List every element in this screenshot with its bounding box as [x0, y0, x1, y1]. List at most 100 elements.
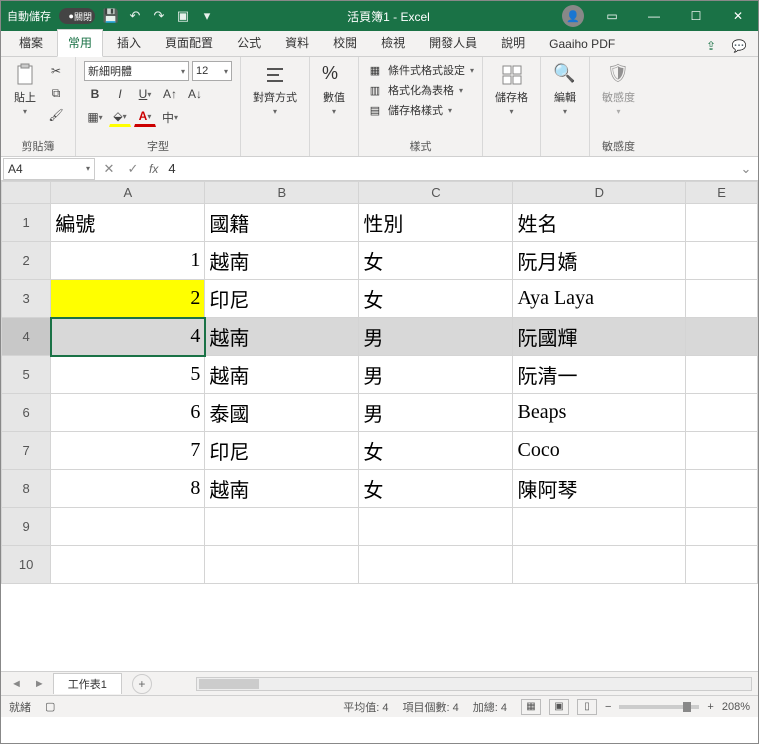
tab-pdf[interactable]: Gaaiho PDF: [539, 33, 625, 56]
cell[interactable]: [686, 242, 758, 280]
cell[interactable]: [686, 318, 758, 356]
formula-bar[interactable]: 4: [162, 161, 734, 176]
add-sheet-button[interactable]: +: [132, 674, 152, 694]
row-header[interactable]: 1: [2, 204, 51, 242]
conditional-format-button[interactable]: ▦條件式格式設定▾: [367, 61, 474, 79]
cell[interactable]: 印尼: [205, 280, 359, 318]
cell[interactable]: Beaps: [513, 394, 686, 432]
zoom-level[interactable]: 208%: [722, 701, 750, 713]
font-color-button[interactable]: A▾: [134, 107, 156, 127]
cell[interactable]: [205, 546, 359, 584]
cell[interactable]: [51, 546, 205, 584]
editing-button[interactable]: 🔍 編輯▾: [549, 61, 581, 118]
row-header[interactable]: 6: [2, 394, 51, 432]
cell[interactable]: [513, 546, 686, 584]
cell[interactable]: 泰國: [205, 394, 359, 432]
copy-icon[interactable]: ⧉: [45, 83, 67, 103]
cell[interactable]: 男: [359, 394, 513, 432]
share-icon[interactable]: ⇪: [700, 36, 722, 56]
cell[interactable]: 女: [359, 432, 513, 470]
cell[interactable]: 女: [359, 470, 513, 508]
tab-formula[interactable]: 公式: [227, 30, 271, 56]
row-header[interactable]: 2: [2, 242, 51, 280]
row-header[interactable]: 7: [2, 432, 51, 470]
tab-insert[interactable]: 插入: [107, 30, 151, 56]
cut-icon[interactable]: ✂: [45, 61, 67, 81]
name-box[interactable]: A4▾: [3, 158, 95, 180]
format-painter-icon[interactable]: 🖌: [45, 105, 67, 125]
expand-formula-icon[interactable]: ⌄: [734, 158, 758, 180]
cell[interactable]: Aya Laya: [513, 280, 686, 318]
tab-home[interactable]: 常用: [57, 29, 103, 57]
row-header[interactable]: 8: [2, 470, 51, 508]
border-button[interactable]: ▦▾: [84, 107, 106, 127]
font-size-select[interactable]: 12▾: [192, 61, 232, 81]
cell[interactable]: 陳阿琴: [513, 470, 686, 508]
cell[interactable]: 越南: [205, 470, 359, 508]
zoom-in-button[interactable]: +: [707, 701, 713, 713]
cell[interactable]: 姓名: [513, 204, 686, 242]
bold-button[interactable]: B: [84, 84, 106, 104]
cell[interactable]: [686, 508, 758, 546]
cell[interactable]: 男: [359, 356, 513, 394]
cell[interactable]: 2: [51, 280, 205, 318]
cell[interactable]: 女: [359, 242, 513, 280]
col-header-C[interactable]: C: [359, 182, 513, 204]
cell[interactable]: [359, 508, 513, 546]
qat-more-icon[interactable]: ▾: [199, 8, 215, 24]
cell[interactable]: 女: [359, 280, 513, 318]
cell[interactable]: 編號: [51, 204, 205, 242]
col-header-E[interactable]: E: [686, 182, 758, 204]
cell[interactable]: [686, 280, 758, 318]
view-normal-icon[interactable]: ▦: [521, 699, 541, 715]
cell[interactable]: 印尼: [205, 432, 359, 470]
paste-button[interactable]: 貼上▾: [9, 61, 41, 118]
cell[interactable]: [686, 204, 758, 242]
cell[interactable]: [205, 508, 359, 546]
col-header-D[interactable]: D: [513, 182, 686, 204]
cell[interactable]: 性別: [359, 204, 513, 242]
cell[interactable]: 6: [51, 394, 205, 432]
undo-icon[interactable]: ↶: [127, 8, 143, 24]
italic-button[interactable]: I: [109, 84, 131, 104]
cell[interactable]: 國籍: [205, 204, 359, 242]
cell-styles-button[interactable]: ▤儲存格樣式▾: [367, 101, 452, 119]
font-name-select[interactable]: 新細明體▾: [84, 61, 189, 81]
cell[interactable]: 越南: [205, 242, 359, 280]
horizontal-scrollbar[interactable]: [196, 677, 752, 691]
zoom-out-button[interactable]: −: [605, 701, 611, 713]
cells-button[interactable]: 儲存格▾: [491, 61, 532, 118]
zoom-slider[interactable]: [619, 705, 699, 709]
row-header[interactable]: 5: [2, 356, 51, 394]
tab-view[interactable]: 檢視: [371, 30, 415, 56]
user-avatar[interactable]: 👤: [562, 5, 584, 27]
ribbon-options-icon[interactable]: ▭: [598, 6, 626, 26]
cell[interactable]: [686, 394, 758, 432]
tab-layout[interactable]: 頁面配置: [155, 30, 223, 56]
tab-developer[interactable]: 開發人員: [419, 30, 487, 56]
number-format-button[interactable]: % 數值▾: [318, 61, 350, 118]
phonetic-button[interactable]: 中▾: [159, 107, 181, 127]
cell[interactable]: 阮國輝: [513, 318, 686, 356]
autosave-toggle[interactable]: ●關閉: [59, 8, 95, 24]
format-as-table-button[interactable]: ▥格式化為表格▾: [367, 81, 463, 99]
sheet-nav-next-icon[interactable]: ►: [30, 678, 49, 690]
save-icon[interactable]: 💾: [103, 8, 119, 24]
close-button[interactable]: ✕: [724, 6, 752, 26]
cell[interactable]: 越南: [205, 318, 359, 356]
tab-file[interactable]: 檔案: [9, 30, 53, 56]
cell[interactable]: 男: [359, 318, 513, 356]
cell[interactable]: [686, 356, 758, 394]
alignment-button[interactable]: 對齊方式▾: [249, 61, 301, 118]
cell[interactable]: 1: [51, 242, 205, 280]
cell[interactable]: [686, 432, 758, 470]
cell[interactable]: 越南: [205, 356, 359, 394]
fill-color-button[interactable]: ⬙▾: [109, 107, 131, 127]
shrink-font-icon[interactable]: A↓: [184, 84, 206, 104]
cell[interactable]: [513, 508, 686, 546]
col-header-B[interactable]: B: [205, 182, 359, 204]
macro-record-icon[interactable]: ▢: [45, 700, 55, 713]
grow-font-icon[interactable]: A↑: [159, 84, 181, 104]
cell[interactable]: [359, 546, 513, 584]
col-header-A[interactable]: A: [51, 182, 205, 204]
